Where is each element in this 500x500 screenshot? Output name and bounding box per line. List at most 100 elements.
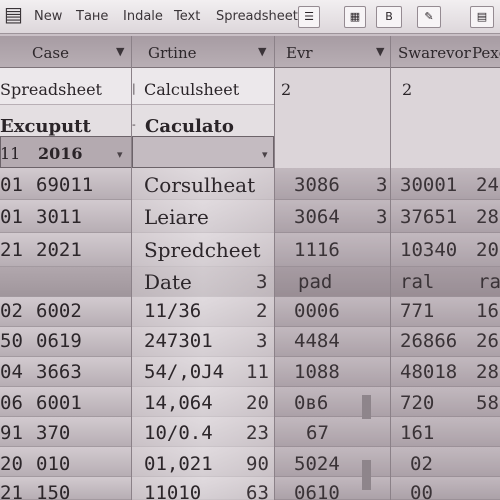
cell-c[interactable]: Leiare	[144, 205, 209, 229]
cell-a[interactable]: 06	[0, 392, 23, 414]
header-pexe[interactable]: Pexe	[472, 44, 500, 62]
header-evr[interactable]: Evr	[286, 44, 313, 62]
cell-a[interactable]: 01	[0, 174, 23, 196]
cell-b[interactable]: 370	[36, 422, 70, 444]
cell-c[interactable]: 01,021	[144, 453, 213, 475]
cell-f[interactable]: 10340	[400, 239, 457, 261]
cell-f[interactable]: ral	[400, 271, 434, 293]
cell-d[interactable]: 4484	[294, 330, 340, 352]
cell-c[interactable]: Corsulheat	[144, 173, 255, 197]
cell-cnum[interactable]: 63	[246, 482, 269, 500]
cell-a[interactable]: 01	[0, 206, 23, 228]
chevron-down-icon[interactable]: ▾	[262, 148, 268, 161]
cell-b[interactable]: 2021	[36, 239, 82, 261]
cell-a[interactable]: 21	[0, 239, 23, 261]
cell-a[interactable]: 50	[0, 330, 23, 352]
chevron-down-icon[interactable]: ▼	[258, 45, 266, 58]
cell-c[interactable]: 11010	[144, 482, 201, 500]
cell-f[interactable]: 720	[400, 392, 434, 414]
cell-g[interactable]: 24	[476, 174, 499, 196]
cell-b[interactable]: 150	[36, 482, 70, 500]
cell-d[interactable]: 5024	[294, 453, 340, 475]
scrollbar-thumb[interactable]	[362, 395, 371, 419]
cell-d[interactable]: 67	[306, 422, 329, 444]
cell-cnum[interactable]: 3	[256, 330, 267, 352]
cell-a[interactable]: 02	[0, 300, 23, 322]
cell-a[interactable]: 91	[0, 422, 23, 444]
cell-f[interactable]: 00	[410, 482, 433, 500]
scrollbar-thumb[interactable]	[362, 460, 371, 490]
cell-f[interactable]: 30001	[400, 174, 457, 196]
cell-c[interactable]: Spredcheet	[144, 238, 261, 262]
header-swarevor[interactable]: Swarevor	[398, 44, 471, 62]
cell-b[interactable]: 69011	[36, 174, 93, 196]
app-menu-icon[interactable]: ▤	[4, 2, 23, 26]
tab-spreadsheet[interactable]: Spreadsheet	[0, 80, 102, 99]
cell-date-header[interactable]: Date	[144, 270, 192, 294]
cell-d[interactable]: 3086	[294, 174, 340, 196]
cell-g[interactable]: 28	[476, 361, 499, 383]
cell-d[interactable]: 0610	[294, 482, 340, 500]
cell-g[interactable]: 28	[476, 206, 499, 228]
menu-new[interactable]: New	[34, 9, 62, 24]
chart-icon[interactable]: ▤	[470, 6, 494, 28]
cell-caculato[interactable]: Caculato	[145, 116, 234, 137]
cell-f[interactable]: 02	[410, 453, 433, 475]
menu-tane[interactable]: Tане	[76, 9, 108, 24]
cell-cnum[interactable]: 90	[246, 453, 269, 475]
cell-g[interactable]: 20	[476, 239, 499, 261]
cell-f[interactable]: 161	[400, 422, 434, 444]
cell-c[interactable]: 54/,0J4	[144, 361, 224, 383]
cell-cnum[interactable]: 2	[256, 300, 267, 322]
cell-cnum[interactable]: 3	[256, 271, 267, 293]
menu-spreadsheet[interactable]: Spreadsheet	[216, 9, 298, 24]
chevron-down-icon[interactable]: ▼	[116, 45, 124, 58]
cell-cnum[interactable]: 23	[246, 422, 269, 444]
cell-b[interactable]: 010	[36, 453, 70, 475]
cell-f[interactable]: 48018	[400, 361, 457, 383]
cell-d[interactable]: 0в6	[294, 392, 328, 414]
menu-indale[interactable]: Indale	[123, 9, 163, 24]
cell-cnum[interactable]: 11	[246, 361, 269, 383]
cell-b[interactable]: 0619	[36, 330, 82, 352]
header-grtine[interactable]: Grtine	[148, 44, 197, 62]
cell-c[interactable]: 10/0.4	[144, 422, 213, 444]
cell-c[interactable]: 14,064	[144, 392, 213, 414]
range-select[interactable]	[132, 136, 274, 168]
year-value[interactable]: 2016	[38, 144, 83, 163]
cell-a[interactable]: 21	[0, 482, 23, 500]
cell-a[interactable]: 20	[0, 453, 23, 475]
cell-c[interactable]: 11/36	[144, 300, 201, 322]
cell-g[interactable]: 16	[476, 300, 499, 322]
cell-b[interactable]: 3011	[36, 206, 82, 228]
cell-b[interactable]: 6001	[36, 392, 82, 414]
edit-icon[interactable]: ✎	[417, 6, 441, 28]
list-view-icon[interactable]: ☰	[298, 6, 320, 28]
cell-e[interactable]: 3	[376, 206, 387, 228]
menu-text[interactable]: Text	[174, 9, 200, 24]
cell-f[interactable]: 26866	[400, 330, 457, 352]
header-case[interactable]: Case	[32, 44, 69, 62]
cell-a[interactable]: 04	[0, 361, 23, 383]
tab-calculsheet[interactable]: Calculsheet	[144, 80, 239, 99]
cell-g[interactable]: ral	[478, 271, 500, 293]
cell-b[interactable]: 6002	[36, 300, 82, 322]
cell-b[interactable]: 3663	[36, 361, 82, 383]
cell-e[interactable]: 3	[376, 174, 387, 196]
grid-view-icon[interactable]: ▦	[344, 6, 366, 28]
cell-c[interactable]: 247301	[144, 330, 213, 352]
cell-f[interactable]: 37651	[400, 206, 457, 228]
cell-g[interactable]: 26	[476, 330, 499, 352]
cell-d[interactable]: 1116	[294, 239, 340, 261]
cell-d[interactable]: pad	[298, 271, 332, 293]
cell-d[interactable]: 0006	[294, 300, 340, 322]
cell-excuputt[interactable]: Excuputt	[0, 116, 91, 137]
chevron-down-icon[interactable]: ▼	[376, 45, 384, 58]
chevron-down-icon[interactable]: ▾	[117, 148, 123, 161]
cell-d[interactable]: 3064	[294, 206, 340, 228]
bold-button[interactable]: B	[376, 6, 402, 28]
cell-d[interactable]: 1088	[294, 361, 340, 383]
cell-g[interactable]: 58	[476, 392, 499, 414]
cell-f[interactable]: 771	[400, 300, 434, 322]
cell-cnum[interactable]: 20	[246, 392, 269, 414]
